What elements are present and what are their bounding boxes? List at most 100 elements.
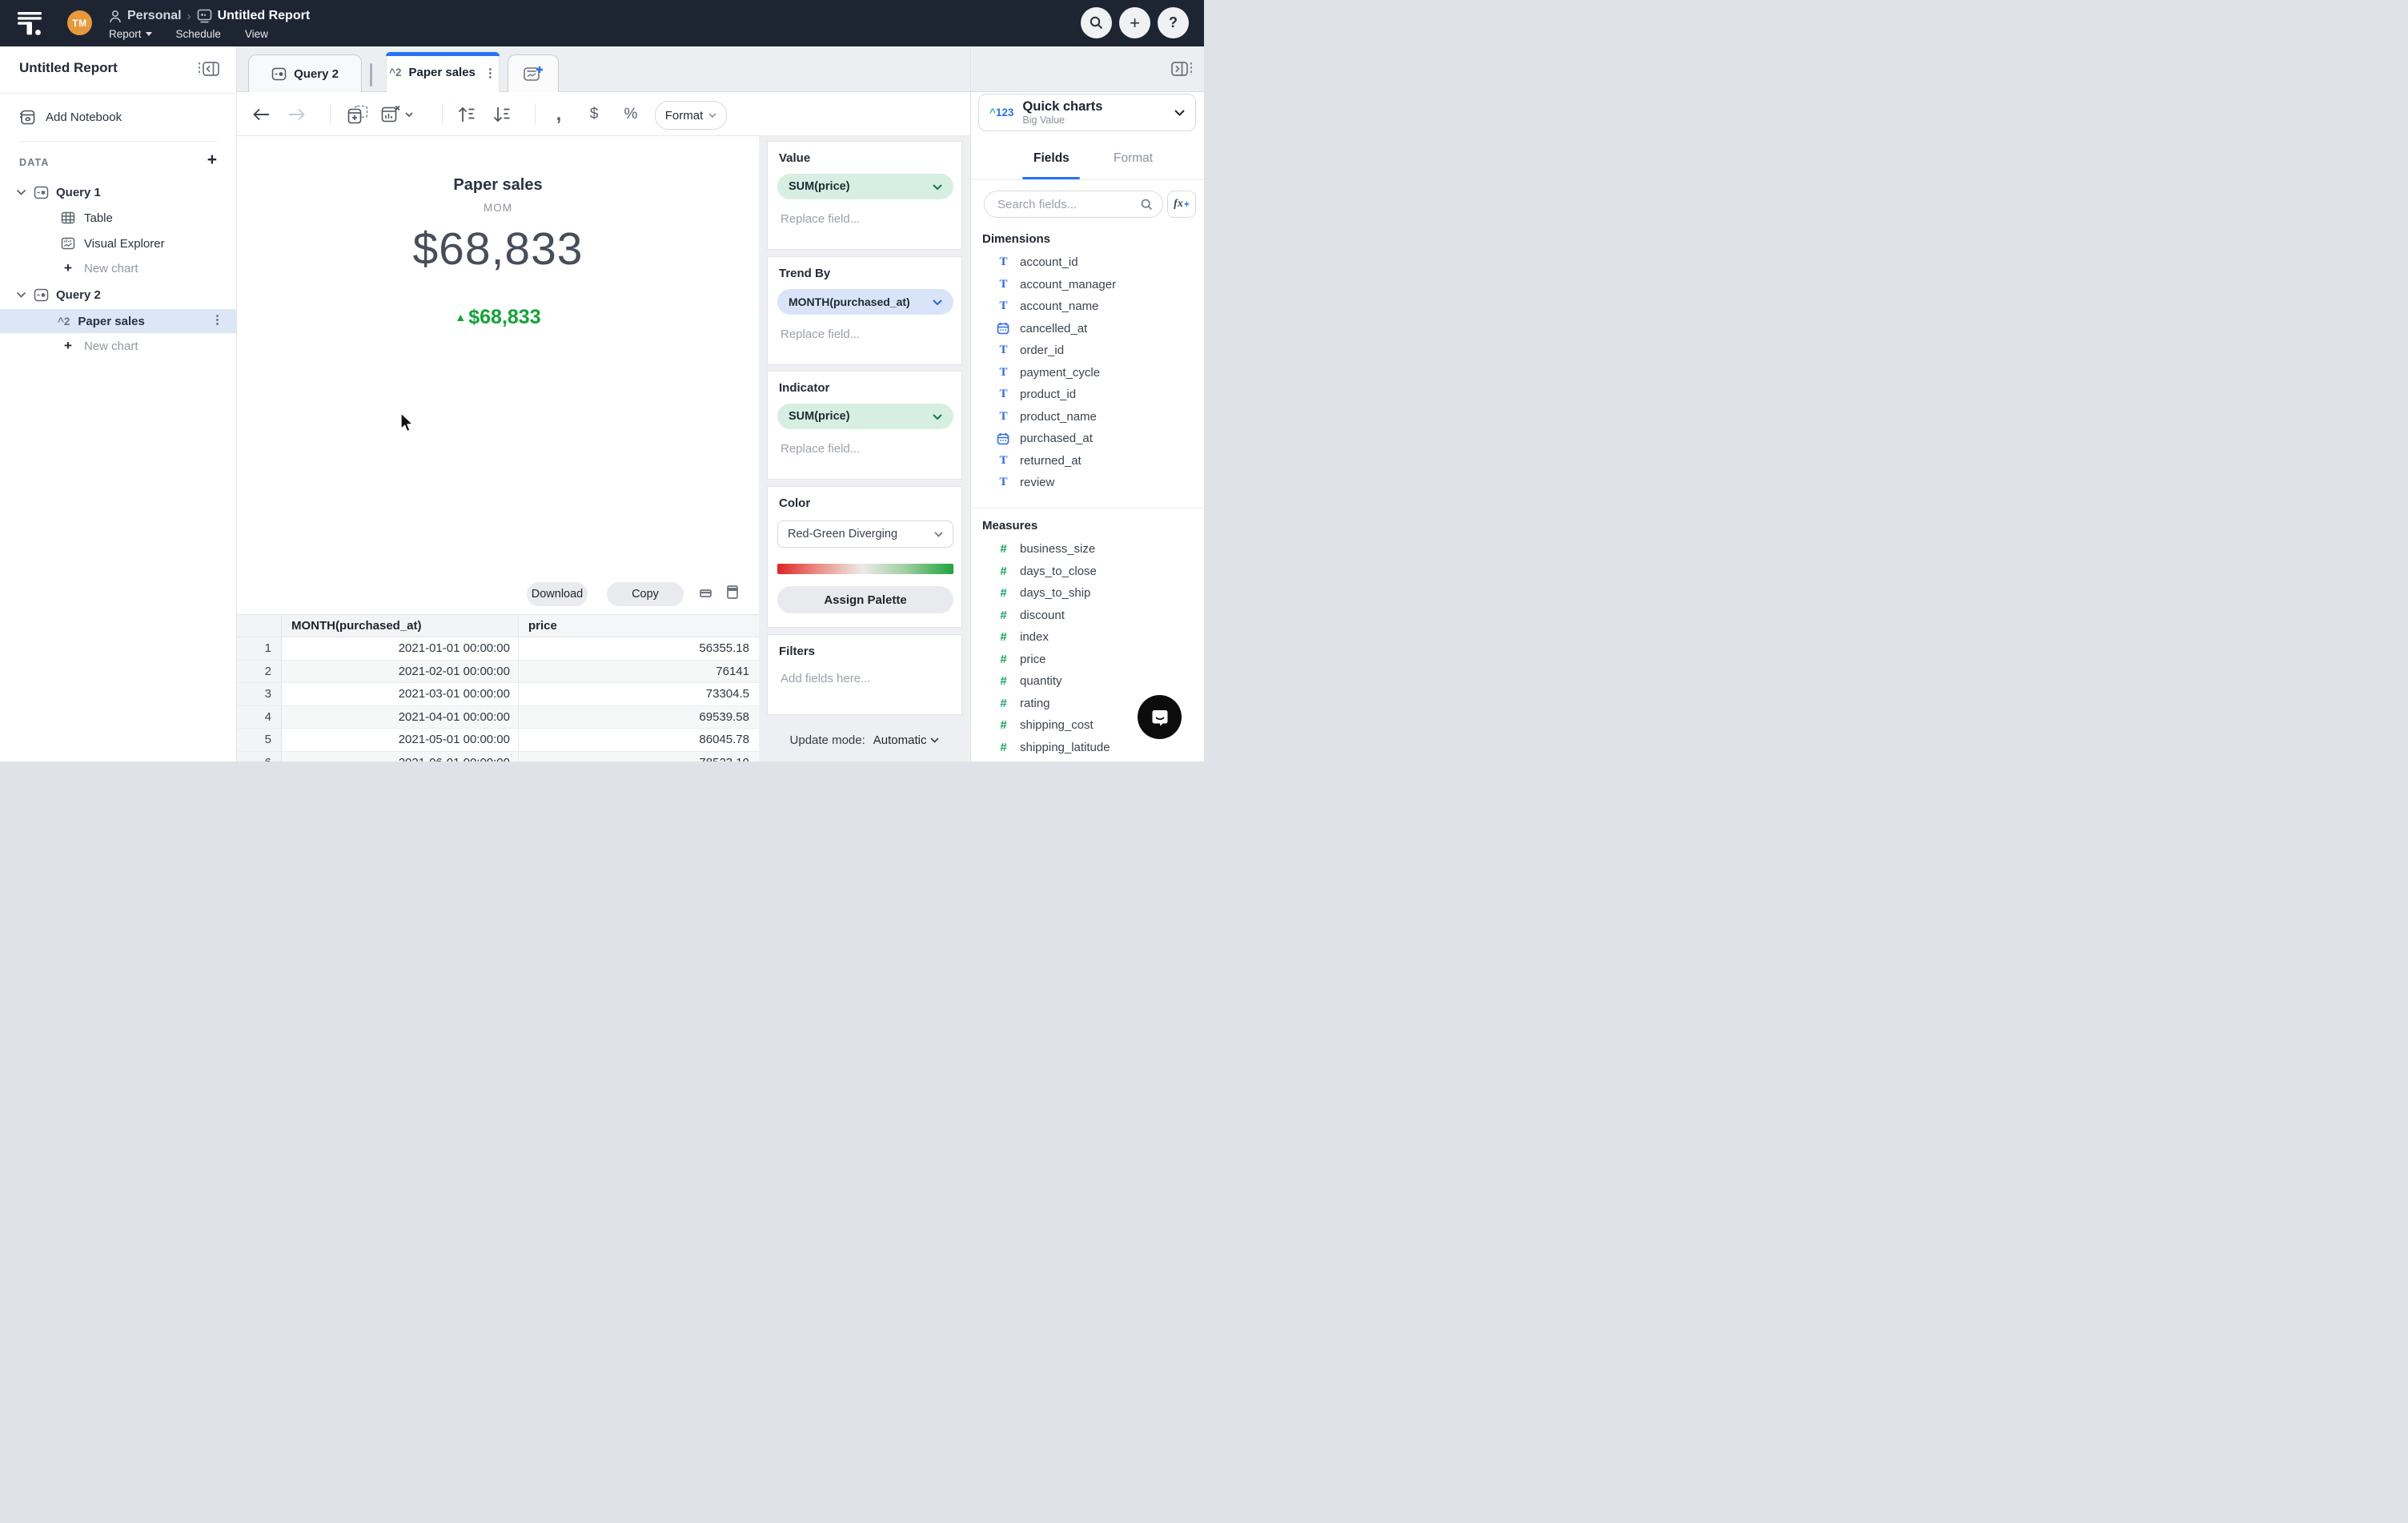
measure-field-item[interactable]: # business_size xyxy=(971,538,1204,561)
tab-format[interactable]: Format xyxy=(1114,151,1153,166)
month-cell: 2021-04-01 00:00:00 xyxy=(282,705,519,728)
toolbar-separator xyxy=(442,103,443,125)
breadcrumb-workspace[interactable]: Personal xyxy=(127,9,182,23)
download-button[interactable]: Download xyxy=(527,582,588,606)
trend-by-section-title: Trend By xyxy=(779,267,831,280)
field-label: rating xyxy=(1020,696,1050,710)
field-label: shipping_cost xyxy=(1020,718,1094,733)
dimension-field-item[interactable]: T payment_cycle xyxy=(971,362,1204,384)
user-avatar[interactable]: TM xyxy=(67,10,92,35)
collapse-right-panel-button[interactable] xyxy=(1170,61,1193,77)
add-chart-icon xyxy=(524,66,543,81)
menu-view[interactable]: View xyxy=(245,28,268,40)
indicator-replace-placeholder[interactable]: Replace field... xyxy=(781,442,860,456)
search-button[interactable] xyxy=(1081,7,1112,38)
quick-charts-subtitle: Big Value xyxy=(1022,114,1066,126)
measure-field-item[interactable]: # days_to_ship xyxy=(971,582,1204,605)
measure-field-item[interactable]: # price xyxy=(971,649,1204,671)
dimension-field-item[interactable]: T product_id xyxy=(971,384,1204,406)
trend-by-replace-placeholder[interactable]: Replace field... xyxy=(781,328,860,341)
sidebar-item-table[interactable]: Table xyxy=(61,207,113,229)
table-row[interactable]: 6 2021-06-01 00:00:00 78523.19 xyxy=(237,751,759,762)
dimension-field-item[interactable]: T review xyxy=(971,472,1204,494)
measure-field-item[interactable]: # days_to_close xyxy=(971,561,1204,583)
collapse-table-icon[interactable] xyxy=(700,589,712,597)
indicator-field-pill[interactable]: SUM(price) xyxy=(777,404,953,429)
measure-field-item[interactable]: # quantity xyxy=(971,670,1204,693)
measure-field-item[interactable]: # discount xyxy=(971,605,1204,627)
breadcrumb-report-title[interactable]: Untitled Report xyxy=(218,9,311,23)
dimension-field-item[interactable]: T account_id xyxy=(971,251,1204,274)
expand-table-icon[interactable] xyxy=(727,585,738,599)
dimension-field-item[interactable]: T account_name xyxy=(971,295,1204,318)
format-dropdown[interactable]: Format xyxy=(655,101,727,130)
undo-button[interactable] xyxy=(250,92,272,136)
sidebar-item-query1[interactable]: Query 1 xyxy=(16,181,101,203)
search-fields-input[interactable]: Search fields... xyxy=(984,191,1163,218)
quick-charts-dropdown[interactable]: ^123 Quick charts Big Value xyxy=(978,94,1196,131)
add-notebook-button[interactable]: Add Notebook xyxy=(19,106,122,127)
add-button[interactable]: + xyxy=(1119,7,1150,38)
fx-icon: fx xyxy=(1174,198,1183,210)
app-logo-icon[interactable] xyxy=(16,10,45,36)
sidebar-item-visual-explorer[interactable]: Visual Explorer xyxy=(61,232,165,255)
remove-field-button[interactable] xyxy=(378,92,415,136)
sidebar-item-new-chart-2[interactable]: + New chart xyxy=(61,336,138,356)
dimension-field-item[interactable]: T account_manager xyxy=(971,274,1204,296)
dimension-field-item[interactable]: T returned_at xyxy=(971,450,1204,472)
dimension-field-item[interactable]: T product_name xyxy=(971,406,1204,428)
dimension-field-item[interactable]: T order_id xyxy=(971,340,1204,362)
tab-fields[interactable]: Fields xyxy=(1033,151,1070,166)
menu-schedule[interactable]: Schedule xyxy=(176,28,221,40)
tab-new-chart[interactable] xyxy=(508,54,559,92)
chevron-down-icon xyxy=(934,531,943,537)
add-formula-button[interactable]: fx + xyxy=(1167,191,1196,218)
sidebar-item-query2[interactable]: Query 2 xyxy=(16,283,101,306)
add-data-button[interactable]: + xyxy=(207,151,217,170)
palette-select[interactable]: Red-Green Diverging xyxy=(777,520,953,548)
filters-placeholder[interactable]: Add fields here... xyxy=(781,672,871,685)
tab-query2[interactable]: Query 2 xyxy=(248,54,362,92)
dimension-field-item[interactable]: cancelled_at xyxy=(971,318,1204,340)
menu-report[interactable]: Report xyxy=(109,28,152,40)
delta-up-icon: ▲ xyxy=(455,311,467,323)
table-row[interactable]: 2 2021-02-01 00:00:00 76141 xyxy=(237,660,759,683)
table-row[interactable]: 3 2021-03-01 00:00:00 73304.5 xyxy=(237,683,759,706)
measure-field-item[interactable]: # index xyxy=(971,626,1204,649)
tab-paper-sales[interactable]: ^2 Paper sales ⋮ xyxy=(386,52,500,92)
percent-format-button[interactable]: % xyxy=(621,92,640,136)
sort-descending-button[interactable] xyxy=(490,92,514,136)
price-column-header[interactable]: price xyxy=(519,615,759,637)
chat-widget-button[interactable] xyxy=(1138,695,1182,739)
add-field-button[interactable] xyxy=(344,92,371,136)
kebab-menu-icon[interactable]: ⋮ xyxy=(484,66,496,80)
chart-config-panel: Value SUM(price) Replace field... Trend … xyxy=(759,136,970,762)
sidebar-item-new-chart-1[interactable]: + New chart xyxy=(61,258,138,279)
value-field-pill[interactable]: SUM(price) xyxy=(777,174,953,199)
update-mode-dropdown[interactable]: Automatic xyxy=(873,733,940,747)
topbar-menu: Report Schedule View xyxy=(109,26,268,41)
comma-format-button[interactable]: , xyxy=(549,92,568,136)
table-row[interactable]: 1 2021-01-01 00:00:00 56355.18 xyxy=(237,637,759,661)
help-button[interactable]: ? xyxy=(1158,7,1189,38)
table-icon xyxy=(61,211,75,224)
table-row[interactable]: 4 2021-04-01 00:00:00 69539.58 xyxy=(237,705,759,729)
sort-ascending-button[interactable] xyxy=(455,92,479,136)
price-cell: 56355.18 xyxy=(699,641,749,656)
kebab-menu-icon[interactable]: ⋮ xyxy=(211,312,223,327)
data-section-label: DATA xyxy=(19,157,50,168)
measure-field-item[interactable]: # shipping_latitude xyxy=(971,737,1204,759)
month-column-header[interactable]: MONTH(purchased_at) xyxy=(282,615,519,637)
measure-field-item[interactable]: # shipping_longitude xyxy=(971,758,1204,762)
dimension-field-item[interactable]: purchased_at xyxy=(971,428,1204,450)
big-number-chart-icon: ^2 xyxy=(389,66,402,78)
copy-button[interactable]: Copy xyxy=(607,582,684,606)
value-replace-placeholder[interactable]: Replace field... xyxy=(781,212,860,226)
currency-format-button[interactable]: $ xyxy=(584,92,604,136)
collapse-sidebar-button[interactable] xyxy=(198,61,220,77)
table-row[interactable]: 5 2021-05-01 00:00:00 86045.78 xyxy=(237,729,759,752)
assign-palette-button[interactable]: Assign Palette xyxy=(777,586,953,613)
redo-button[interactable] xyxy=(285,92,307,136)
trend-by-field-pill[interactable]: MONTH(purchased_at) xyxy=(777,289,953,315)
sidebar-item-paper-sales[interactable]: ^2 Paper sales ⋮ xyxy=(0,309,236,333)
